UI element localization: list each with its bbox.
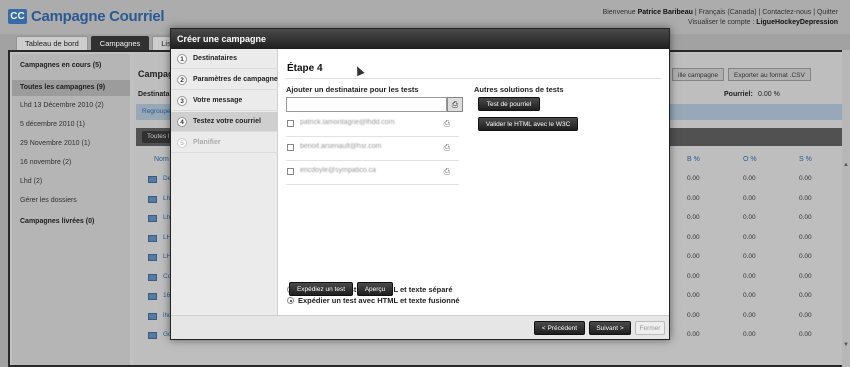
recipient-email: benoit.arsenault@hsr.com [300,143,382,150]
modal-title: Créer une campagne [171,29,669,49]
step-number: 4 [177,116,187,127]
remove-recipient-icon[interactable]: ⎙ [444,167,450,177]
next-button[interactable]: Suivant > [589,321,631,335]
close-button[interactable]: Fermer [635,321,665,335]
step-label: Destinataires [193,55,237,62]
remove-recipient-icon[interactable]: ⎙ [444,143,450,153]
add-recipient-title: Ajouter un destinataire pour les tests [286,85,419,94]
radio-merged[interactable] [287,297,294,304]
recipient-checkbox[interactable] [287,168,294,175]
preview-button[interactable]: Aperçu [357,282,393,296]
recipient-checkbox[interactable] [287,144,294,151]
test-recipient-row: patrick.lamontagne@lhdd.com ⎙ [286,113,459,137]
step-number: 3 [177,95,187,106]
test-recipient-input[interactable] [286,97,447,112]
step-test-email[interactable]: 4 Testez votre courriel [171,112,278,132]
step-number: 2 [177,74,187,85]
radio-merged-row[interactable]: Expédier un test avec HTML et texte fusi… [287,296,460,305]
create-campaign-modal: Créer une campagne 1 Destinataires 2 Par… [170,28,670,340]
previous-button[interactable]: < Précédent [534,321,585,335]
send-test-button[interactable]: Expédiez un test [289,282,353,296]
step-settings[interactable]: 2 Paramètres de campagne [171,70,278,90]
other-solutions-title: Autres solutions de tests [474,85,564,94]
recipient-email: ericdoyle@sympatico.ca [300,167,376,174]
modal-footer: < Précédent Suivant > Fermer [171,315,669,339]
heading-divider [285,78,661,79]
remove-recipient-icon[interactable]: ⎙ [444,119,450,129]
step-message[interactable]: 3 Votre message [171,91,278,111]
step-label: Paramètres de campagne [193,76,278,83]
step-label: Planifier [193,139,221,146]
recipient-email: patrick.lamontagne@lhdd.com [300,119,395,126]
step-label: Testez votre courriel [193,118,261,125]
test-recipient-row: ericdoyle@sympatico.ca ⎙ [286,161,459,185]
add-recipient-icon[interactable]: ⎙ [447,97,463,112]
test-recipient-row: benoit.arsenault@hsr.com ⎙ [286,137,459,161]
step-content: Étape 4 Ajouter un destinataire pour les… [279,49,669,315]
w3c-validate-button[interactable]: Valider le HTML avec le W3C [478,117,578,131]
step-schedule: 5 Planifier [171,133,278,153]
step-recipients[interactable]: 1 Destinataires [171,49,278,69]
spam-test-button[interactable]: Test de pourriel [478,97,540,111]
wizard-steps: 1 Destinataires 2 Paramètres de campagne… [171,49,278,315]
step-number: 1 [177,53,187,64]
recipient-checkbox[interactable] [287,120,294,127]
radio-merged-label: Expédier un test avec HTML et texte fusi… [298,296,460,305]
step-number: 5 [177,137,187,148]
step-heading: Étape 4 [287,63,323,74]
step-label: Votre message [193,97,243,104]
